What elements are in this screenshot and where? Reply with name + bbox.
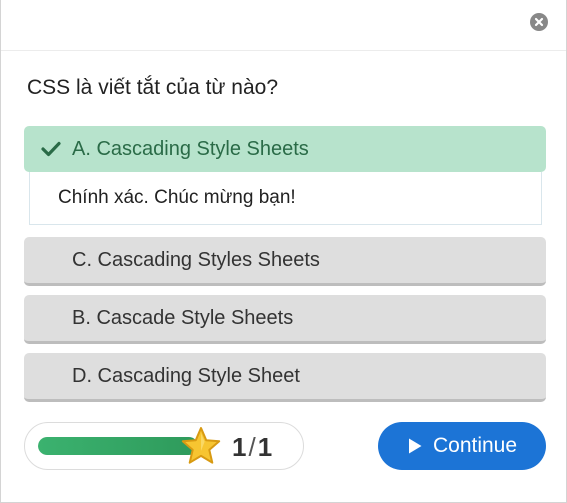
answer-option-label: B. Cascade Style Sheets: [72, 306, 294, 329]
answer-option-label: C. Cascading Styles Sheets: [72, 248, 320, 271]
answer-feedback: Chính xác. Chúc mừng bạn!: [29, 172, 542, 225]
answer-option-label: A. Cascading Style Sheets: [72, 137, 309, 160]
progress-fill: [38, 437, 198, 455]
progress-track: [38, 437, 198, 455]
close-icon[interactable]: [530, 13, 548, 31]
score-current: 1: [232, 432, 247, 462]
star-icon: [180, 425, 222, 472]
play-icon: [407, 437, 423, 455]
answer-option-d[interactable]: D. Cascading Style Sheet: [24, 353, 546, 402]
score-total: 1: [257, 432, 273, 462]
continue-button[interactable]: Continue: [378, 422, 546, 470]
score-text: 1 / 1: [232, 432, 272, 463]
answer-option-a[interactable]: A. Cascading Style Sheets: [24, 126, 546, 172]
quiz-modal: CSS là viết tắt của từ nào? A. Cascading…: [0, 0, 567, 503]
answer-option-b[interactable]: B. Cascade Style Sheets: [24, 295, 546, 344]
continue-label: Continue: [432, 434, 518, 457]
answer-option-c[interactable]: C. Cascading Styles Sheets: [24, 237, 546, 286]
answer-option-label: D. Cascading Style Sheet: [72, 364, 300, 387]
modal-header: [1, 0, 566, 51]
progress-indicator: 1 / 1: [24, 422, 304, 470]
question-text: CSS là viết tắt của từ nào?: [27, 76, 279, 99]
score-separator: /: [248, 432, 256, 462]
check-icon: [41, 141, 61, 157]
